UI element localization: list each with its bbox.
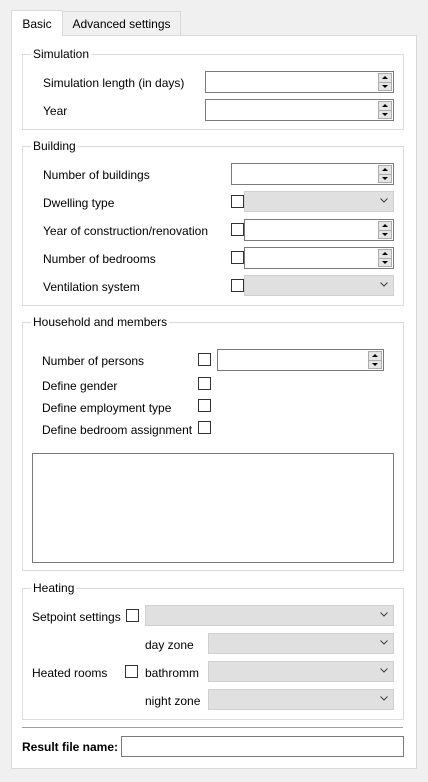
num-buildings-down-button[interactable] bbox=[378, 174, 392, 183]
year-down-button[interactable] bbox=[378, 110, 392, 119]
num-buildings-up-button[interactable] bbox=[378, 165, 392, 175]
tab-advanced-settings[interactable]: Advanced settings bbox=[62, 11, 181, 35]
heated-rooms-label: Heated rooms bbox=[32, 666, 108, 680]
num-buildings-label: Number of buildings bbox=[43, 168, 150, 182]
heated-rooms-checkbox[interactable] bbox=[125, 665, 138, 678]
arrow-down-icon bbox=[382, 112, 388, 116]
bathroom-combo[interactable] bbox=[208, 661, 394, 682]
chevron-down-icon bbox=[380, 640, 388, 647]
year-spinbox[interactable] bbox=[205, 99, 394, 121]
define-bedroom-checkbox[interactable] bbox=[198, 421, 211, 434]
define-gender-label: Define gender bbox=[42, 379, 118, 393]
dwelling-type-combo[interactable] bbox=[244, 191, 394, 212]
define-employment-label: Define employment type bbox=[42, 401, 172, 415]
building-group-title: Building bbox=[31, 139, 78, 153]
num-persons-label: Number of persons bbox=[42, 354, 145, 368]
define-gender-checkbox[interactable] bbox=[198, 377, 211, 390]
num-bedrooms-label: Number of bedrooms bbox=[43, 252, 156, 266]
year-construction-checkbox[interactable] bbox=[231, 223, 244, 236]
arrow-up-icon bbox=[382, 168, 388, 172]
num-persons-checkbox[interactable] bbox=[198, 353, 211, 366]
setpoint-label: Setpoint settings bbox=[32, 610, 121, 624]
arrow-down-icon bbox=[372, 362, 378, 366]
chevron-down-icon bbox=[380, 612, 388, 619]
result-file-label: Result file name: bbox=[22, 740, 119, 754]
num-bedrooms-checkbox[interactable] bbox=[231, 251, 244, 264]
bathroom-label: bathromm bbox=[145, 666, 200, 680]
arrow-down-icon bbox=[382, 260, 388, 264]
arrow-down-icon bbox=[382, 176, 388, 180]
ventilation-label: Ventilation system bbox=[43, 280, 140, 294]
arrow-up-icon bbox=[382, 252, 388, 256]
simulation-length-up-button[interactable] bbox=[378, 73, 392, 83]
num-persons-spinbox[interactable] bbox=[217, 349, 384, 371]
night-zone-label: night zone bbox=[145, 694, 201, 708]
year-construction-up-button[interactable] bbox=[378, 221, 392, 231]
year-construction-down-button[interactable] bbox=[378, 230, 392, 239]
year-construction-label: Year of construction/renovation bbox=[43, 224, 208, 238]
tab-advanced-settings-label: Advanced settings bbox=[72, 16, 171, 31]
household-members-area[interactable] bbox=[32, 453, 394, 563]
tab-basic-label: Basic bbox=[22, 16, 52, 31]
num-bedrooms-spinbox[interactable] bbox=[244, 247, 394, 269]
arrow-up-icon bbox=[372, 354, 378, 358]
arrow-up-icon bbox=[382, 76, 388, 80]
arrow-up-icon bbox=[382, 224, 388, 228]
year-construction-spinbox[interactable] bbox=[244, 219, 394, 241]
simulation-length-label: Simulation length (in days) bbox=[43, 76, 185, 90]
arrow-down-icon bbox=[382, 232, 388, 236]
separator-line bbox=[22, 727, 403, 728]
day-zone-combo[interactable] bbox=[208, 633, 394, 654]
night-zone-combo[interactable] bbox=[208, 689, 394, 710]
ventilation-combo[interactable] bbox=[244, 275, 394, 296]
chevron-down-icon bbox=[380, 282, 388, 289]
ventilation-checkbox[interactable] bbox=[231, 279, 244, 292]
simulation-length-down-button[interactable] bbox=[378, 82, 392, 91]
tab-basic[interactable]: Basic bbox=[11, 10, 63, 36]
dwelling-type-label: Dwelling type bbox=[43, 196, 115, 210]
define-employment-checkbox[interactable] bbox=[198, 399, 211, 412]
day-zone-label: day zone bbox=[145, 638, 194, 652]
household-group-title: Household and members bbox=[31, 315, 170, 329]
simulation-group-title: Simulation bbox=[31, 47, 92, 61]
chevron-down-icon bbox=[380, 696, 388, 703]
dwelling-type-checkbox[interactable] bbox=[231, 195, 244, 208]
num-bedrooms-up-button[interactable] bbox=[378, 249, 392, 259]
year-up-button[interactable] bbox=[378, 101, 392, 111]
heating-group-title: Heating bbox=[31, 581, 77, 595]
num-persons-up-button[interactable] bbox=[368, 351, 382, 361]
setpoint-combo[interactable] bbox=[145, 605, 394, 626]
num-persons-down-button[interactable] bbox=[368, 360, 382, 369]
num-bedrooms-down-button[interactable] bbox=[378, 258, 392, 267]
chevron-down-icon bbox=[380, 198, 388, 205]
setpoint-checkbox[interactable] bbox=[126, 609, 139, 622]
simulation-length-spinbox[interactable] bbox=[205, 71, 394, 93]
result-file-input[interactable] bbox=[121, 736, 404, 757]
chevron-down-icon bbox=[380, 668, 388, 675]
arrow-up-icon bbox=[382, 104, 388, 108]
year-label: Year bbox=[43, 104, 68, 118]
num-buildings-spinbox[interactable] bbox=[231, 163, 394, 185]
arrow-down-icon bbox=[382, 84, 388, 88]
define-bedroom-label: Define bedroom assignment bbox=[42, 423, 193, 437]
